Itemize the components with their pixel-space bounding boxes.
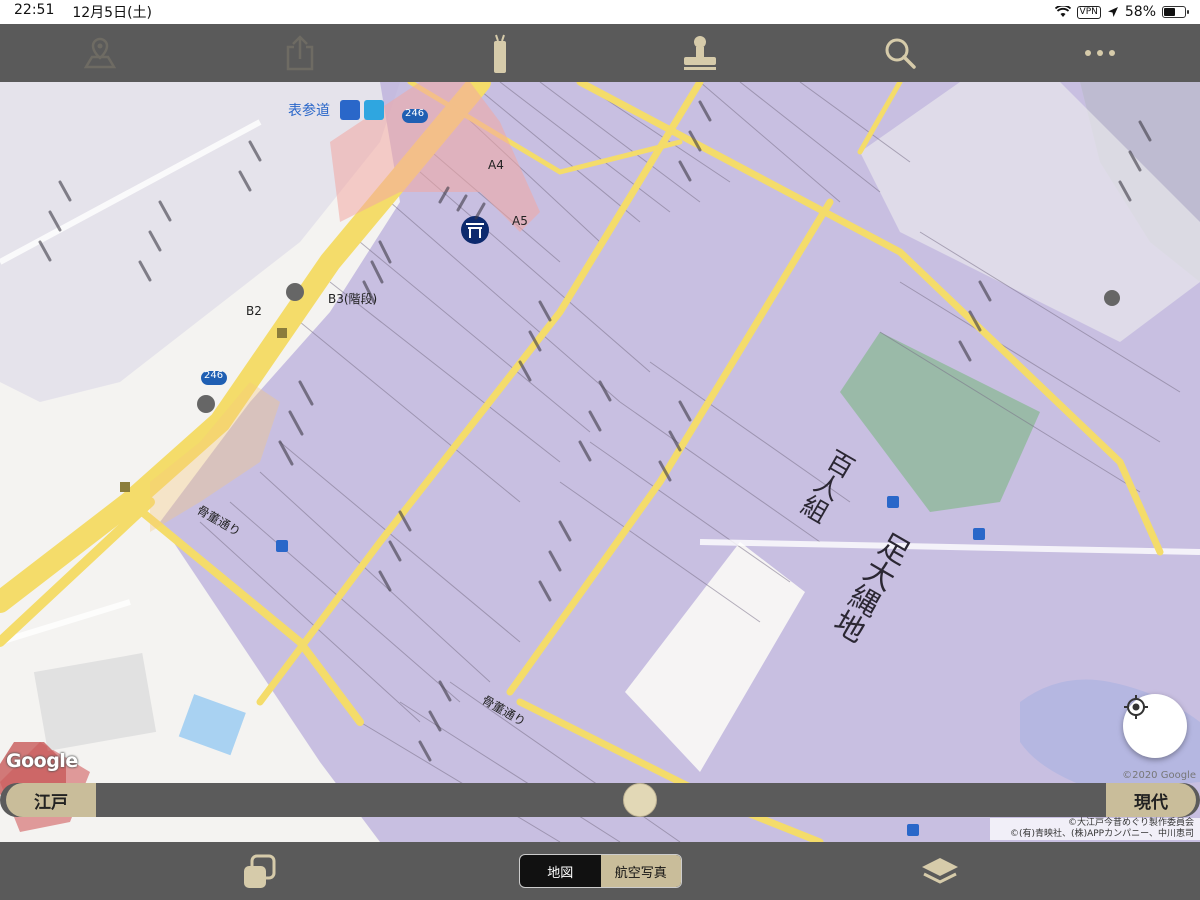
exit-b2-label[interactable]: B2 [246,304,262,318]
segment-map[interactable]: 地図 [520,855,601,887]
subway-icon [340,100,360,120]
crosshair-icon [1124,695,1148,719]
stick-icon [494,34,506,73]
status-time: 22:51 [14,2,55,18]
route-shield-top: 246 [405,108,425,119]
google-logo: Google [6,750,78,772]
wifi-icon [1054,6,1071,17]
status-date: 12月5日(土) [72,5,153,21]
route-shield-left: 246 [204,370,224,381]
status-bar: 22:51 12月5日(土) VPN 58% [0,0,1200,24]
map-type-segmented-control: 地図 航空写真 [519,854,682,888]
stamp-icon [684,36,716,70]
stick-tool-button[interactable] [470,28,530,78]
search-tool-button[interactable] [870,28,930,78]
search-icon [885,38,916,69]
slider-label-edo[interactable]: 江戸 [6,783,96,817]
station-name[interactable]: 表参道 [288,100,330,120]
layers-button[interactable] [918,850,962,894]
overlay-toggle-button[interactable] [238,850,282,894]
map-copyright: ©2020 Google [1122,770,1196,781]
bus-stop-icon [276,540,288,552]
credit-line-1: ©大江戸今昔めぐり製作委員会 [990,818,1200,829]
vpn-badge: VPN [1076,5,1101,19]
location-arrow-icon [1107,7,1118,17]
more-icon [1085,50,1115,56]
time-slider-track[interactable] [0,783,1200,817]
map-canvas [0,82,1200,842]
layers-copy-icon [244,854,276,888]
locate-me-button[interactable] [1123,694,1187,758]
bus-stop-icon [887,496,899,508]
top-toolbar [0,24,1200,82]
credit-line-2: ©(有)青映社、(株)APPカンパニー、中川恵司 [990,829,1200,840]
stamp-tool-button[interactable] [670,28,730,78]
time-slider-thumb[interactable] [623,783,658,817]
segment-aerial-photo[interactable]: 航空写真 [600,855,681,887]
bus-stop-icon [973,528,985,540]
battery-percent: 58% [1124,4,1156,20]
metro-icon [364,100,384,120]
bus-stop-icon [907,824,919,836]
exit-a4-label[interactable]: A4 [488,158,504,172]
shrine-icon [461,216,489,244]
slider-label-modern[interactable]: 現代 [1106,783,1196,817]
map-pin-icon [83,37,117,69]
battery-icon [1162,6,1189,18]
exit-b3-label[interactable]: B3(階段) [328,290,377,307]
layers-icon [922,858,958,884]
more-tool-button[interactable] [1070,28,1130,78]
exit-a5-label[interactable]: A5 [512,214,528,228]
share-tool-button[interactable] [270,28,330,78]
share-icon [286,35,314,71]
bottom-bar: 地図 航空写真 [0,842,1200,900]
map-view[interactable]: 表参道 246 246 A4 A5 B2 B3(階段) 骨董通り 骨董通り 足大… [0,82,1200,842]
map-pin-tool-button[interactable] [70,28,130,78]
